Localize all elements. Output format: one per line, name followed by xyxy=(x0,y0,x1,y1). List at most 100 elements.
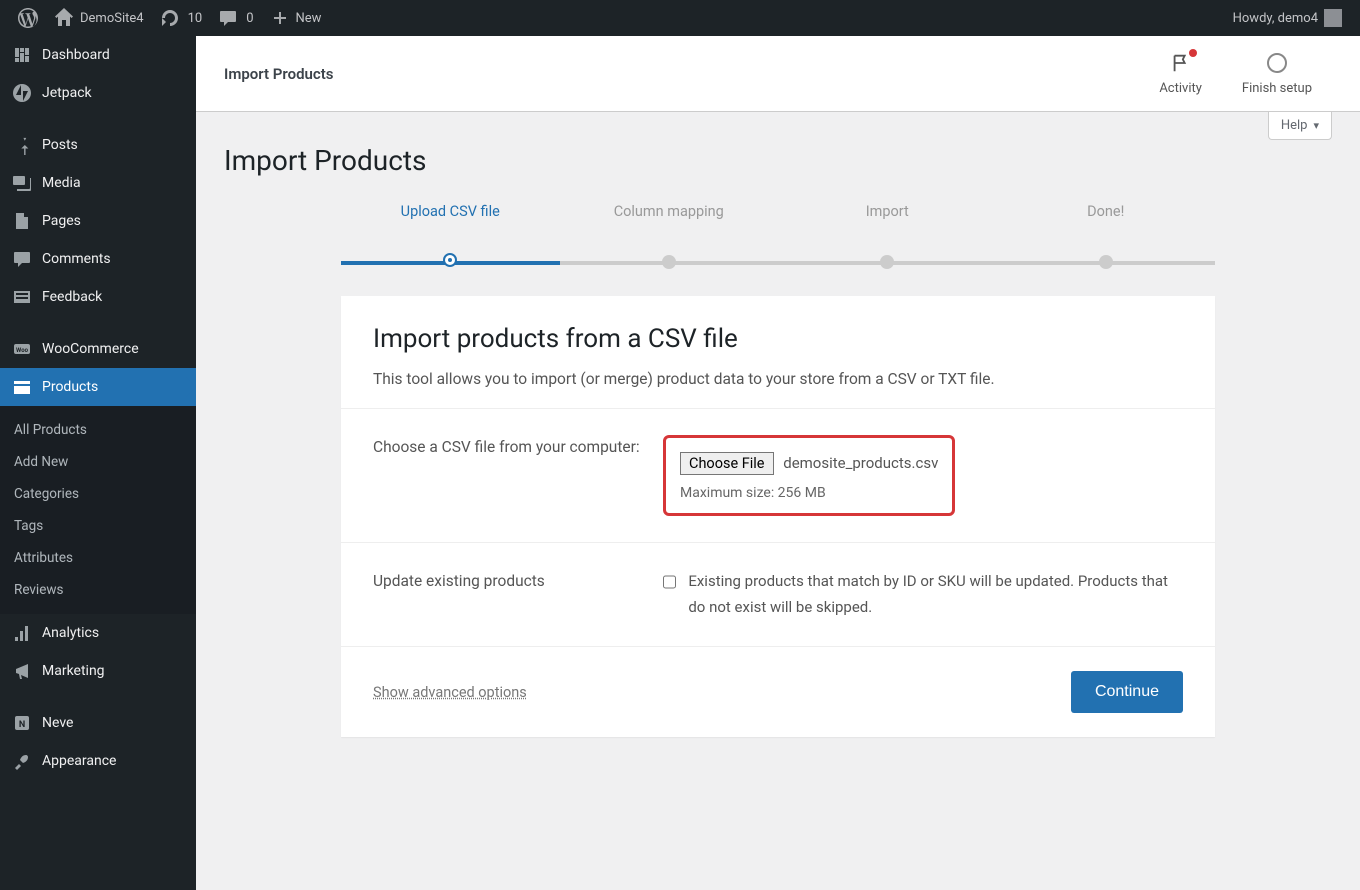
appearance-icon xyxy=(12,751,32,771)
wordpress-logo-menu[interactable] xyxy=(10,0,46,36)
new-content-menu[interactable]: New xyxy=(262,0,330,36)
show-advanced-link[interactable]: Show advanced options xyxy=(373,684,527,701)
sidebar-item-label: Neve xyxy=(42,715,73,731)
circle-progress-icon xyxy=(1267,53,1287,73)
comments-menu[interactable]: 0 xyxy=(210,0,261,36)
flag-icon xyxy=(1170,52,1192,74)
activity-label: Activity xyxy=(1159,81,1202,96)
sidebar-item-media[interactable]: Media xyxy=(0,164,196,202)
jetpack-icon xyxy=(12,83,32,103)
step-upload: Upload CSV file xyxy=(341,203,560,238)
howdy-text: Howdy, demo4 xyxy=(1233,11,1318,26)
sidebar-item-label: Analytics xyxy=(42,625,99,641)
continue-button[interactable]: Continue xyxy=(1071,671,1183,713)
submenu-add-new[interactable]: Add New xyxy=(0,446,196,478)
update-icon xyxy=(160,8,180,28)
woo-icon: Woo xyxy=(12,339,32,359)
sidebar-item-feedback[interactable]: Feedback xyxy=(0,278,196,316)
submenu-categories[interactable]: Categories xyxy=(0,478,196,510)
choose-file-label: Choose a CSV file from your computer: xyxy=(373,435,643,516)
site-name-menu[interactable]: DemoSite4 xyxy=(46,0,152,36)
sidebar-item-appearance[interactable]: Appearance xyxy=(0,742,196,780)
sidebar-item-label: Marketing xyxy=(42,663,105,679)
sidebar-item-comments[interactable]: Comments xyxy=(0,240,196,278)
step-label: Upload CSV file xyxy=(341,203,560,220)
marketing-icon xyxy=(12,661,32,681)
plus-icon xyxy=(270,8,290,28)
sidebar-item-neve[interactable]: N Neve xyxy=(0,704,196,742)
svg-text:Woo: Woo xyxy=(16,347,29,354)
site-name: DemoSite4 xyxy=(80,11,144,26)
feedback-icon xyxy=(12,287,32,307)
step-column-mapping: Column mapping xyxy=(560,203,779,238)
notification-dot-icon xyxy=(1189,49,1197,57)
submenu-all-products[interactable]: All Products xyxy=(0,414,196,446)
step-label: Import xyxy=(778,203,997,220)
comment-icon xyxy=(218,8,238,28)
sidebar-item-jetpack[interactable]: Jetpack xyxy=(0,74,196,112)
comments-count: 0 xyxy=(246,11,253,26)
file-input-highlight: Choose File demosite_products.csv Maximu… xyxy=(663,435,955,516)
sidebar-item-label: Products xyxy=(42,379,98,395)
sidebar-item-label: Appearance xyxy=(42,753,116,769)
submenu-tags[interactable]: Tags xyxy=(0,510,196,542)
neve-icon: N xyxy=(12,713,32,733)
user-account-menu[interactable]: Howdy, demo4 xyxy=(1225,0,1350,36)
comment-icon xyxy=(12,249,32,269)
sidebar-item-products[interactable]: Products xyxy=(0,368,196,406)
help-tab[interactable]: Help xyxy=(1268,112,1332,140)
update-existing-desc: Existing products that match by ID or SK… xyxy=(688,569,1183,620)
avatar-icon xyxy=(1324,9,1342,27)
sidebar-item-posts[interactable]: Posts xyxy=(0,126,196,164)
step-label: Column mapping xyxy=(560,203,779,220)
sidebar-item-label: Pages xyxy=(42,213,81,229)
import-card: Import products from a CSV file This too… xyxy=(341,296,1215,737)
sidebar-item-label: Comments xyxy=(42,251,111,267)
submenu-attributes[interactable]: Attributes xyxy=(0,542,196,574)
svg-text:N: N xyxy=(19,720,25,730)
finish-setup-label: Finish setup xyxy=(1242,81,1312,96)
sidebar-item-label: Dashboard xyxy=(42,47,110,63)
update-existing-checkbox[interactable] xyxy=(663,573,676,591)
sidebar-item-label: WooCommerce xyxy=(42,341,139,357)
step-label: Done! xyxy=(997,203,1216,220)
step-dot-icon xyxy=(1099,255,1113,269)
pin-icon xyxy=(12,135,32,155)
choose-file-button[interactable]: Choose File xyxy=(680,452,774,475)
sidebar-item-dashboard[interactable]: Dashboard xyxy=(0,36,196,74)
products-icon xyxy=(12,377,32,397)
sidebar-item-analytics[interactable]: Analytics xyxy=(0,614,196,652)
products-submenu: All Products Add New Categories Tags Att… xyxy=(0,406,196,614)
media-icon xyxy=(12,173,32,193)
step-dot-icon xyxy=(445,255,455,265)
sidebar-item-pages[interactable]: Pages xyxy=(0,202,196,240)
admin-toolbar: DemoSite4 10 0 New Howdy, demo4 xyxy=(0,0,1360,36)
step-import: Import xyxy=(778,203,997,238)
admin-sidebar: Dashboard Jetpack Posts Media Pages Comm… xyxy=(0,36,196,890)
step-dot-icon xyxy=(662,255,676,269)
activity-button[interactable]: Activity xyxy=(1139,51,1222,96)
sidebar-item-label: Jetpack xyxy=(42,85,92,101)
max-size-text: Maximum size: 256 MB xyxy=(680,485,938,501)
selected-file-name: demosite_products.csv xyxy=(783,454,938,472)
sidebar-item-label: Media xyxy=(42,175,81,191)
card-heading: Import products from a CSV file xyxy=(373,324,1183,354)
finish-setup-button[interactable]: Finish setup xyxy=(1222,51,1332,96)
wordpress-icon xyxy=(18,8,38,28)
sidebar-item-label: Feedback xyxy=(42,289,102,305)
dashboard-icon xyxy=(12,45,32,65)
step-dot-icon xyxy=(880,255,894,269)
page-title: Import Products xyxy=(224,144,1332,177)
sidebar-item-label: Posts xyxy=(42,137,78,153)
submenu-reviews[interactable]: Reviews xyxy=(0,574,196,606)
sidebar-item-marketing[interactable]: Marketing xyxy=(0,652,196,690)
woocommerce-header: Import Products Activity Finish setup xyxy=(196,36,1360,112)
updates-menu[interactable]: 10 xyxy=(152,0,211,36)
main-content: Help Import Products Upload CSV file Col… xyxy=(196,112,1360,890)
sidebar-item-woocommerce[interactable]: Woo WooCommerce xyxy=(0,330,196,368)
header-title: Import Products xyxy=(224,65,334,83)
import-stepper: Upload CSV file Column mapping Import Do… xyxy=(341,203,1215,268)
page-icon xyxy=(12,211,32,231)
new-label: New xyxy=(296,11,322,26)
update-existing-label: Update existing products xyxy=(373,569,643,620)
